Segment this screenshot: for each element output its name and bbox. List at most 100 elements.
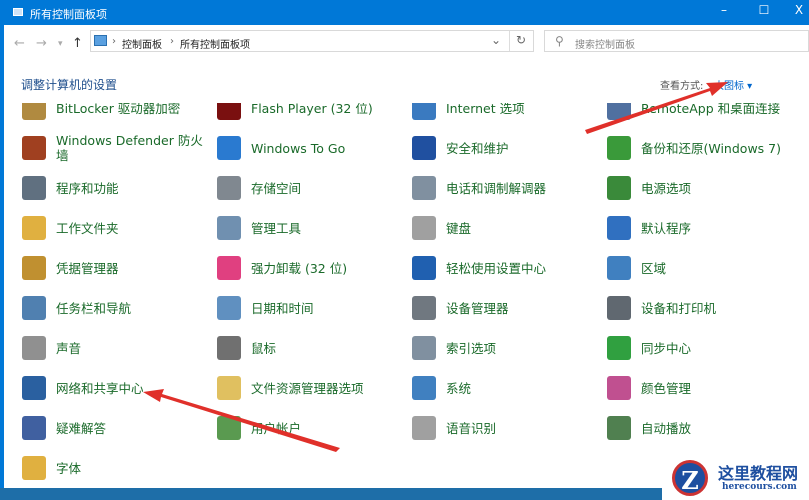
back-button[interactable]: ← (14, 36, 25, 51)
item-icon (22, 416, 46, 440)
item-label: 日期和时间 (251, 300, 314, 316)
control-panel-item[interactable]: Windows Defender 防火墙 (22, 133, 212, 163)
control-panel-item[interactable]: Internet 选项 (412, 103, 602, 123)
maximize-button[interactable]: ☐ (749, 3, 779, 17)
item-icon (22, 103, 46, 120)
item-icon (22, 456, 46, 480)
control-panel-item[interactable]: RemoteApp 和桌面连接 (607, 103, 797, 123)
item-label: 网络和共享中心 (56, 380, 144, 396)
minimize-button[interactable]: – (709, 3, 739, 17)
control-panel-item[interactable]: 管理工具 (217, 213, 407, 243)
forward-button[interactable]: → (36, 36, 47, 51)
item-label: 文件资源管理器选项 (251, 380, 364, 396)
control-panel-item[interactable]: 字体 (22, 453, 212, 483)
search-input[interactable]: ⚲ 搜索控制面板 (544, 30, 809, 52)
item-label: 凭据管理器 (56, 260, 119, 276)
item-label: BitLocker 驱动器加密 (56, 103, 181, 116)
control-panel-item[interactable]: 键盘 (412, 213, 602, 243)
control-panel-item[interactable]: 轻松使用设置中心 (412, 253, 602, 283)
control-panel-item[interactable]: Windows To Go (217, 133, 407, 163)
item-icon (217, 296, 241, 320)
refresh-button[interactable]: ↻ (516, 33, 526, 47)
control-panel-item[interactable]: 存储空间 (217, 173, 407, 203)
item-icon (217, 256, 241, 280)
watermark-z-icon: Z (672, 460, 708, 496)
control-panel-item[interactable]: 用户帐户 (217, 413, 407, 443)
item-label: 存储空间 (251, 180, 302, 196)
control-panel-item[interactable]: 程序和功能 (22, 173, 212, 203)
item-icon (217, 216, 241, 240)
control-panel-item[interactable]: Flash Player (32 位) (217, 103, 407, 123)
item-label: 语音识别 (446, 420, 497, 436)
item-icon (217, 103, 241, 120)
view-by-dropdown[interactable]: 大图标 ▾ (714, 77, 752, 92)
control-panel-item[interactable]: 任务栏和导航 (22, 293, 212, 323)
item-icon (22, 176, 46, 200)
item-icon (412, 103, 436, 120)
control-panel-item[interactable]: 凭据管理器 (22, 253, 212, 283)
item-icon (217, 416, 241, 440)
control-panel-item[interactable]: 语音识别 (412, 413, 602, 443)
item-icon (217, 376, 241, 400)
item-label: 程序和功能 (56, 180, 119, 196)
item-icon (22, 256, 46, 280)
item-icon (607, 256, 631, 280)
item-label: 备份和还原(Windows 7) (641, 140, 781, 156)
item-icon (607, 416, 631, 440)
control-panel-item[interactable]: 文件资源管理器选项 (217, 373, 407, 403)
address-dropdown-button[interactable]: ⌄ (491, 33, 501, 47)
view-by-label: 查看方式: (660, 81, 704, 92)
item-icon (22, 136, 46, 160)
item-label: 强力卸载 (32 位) (251, 260, 348, 276)
item-label: Windows Defender 防火墙 (56, 133, 203, 163)
control-panel-item[interactable]: 系统 (412, 373, 602, 403)
item-label: 自动播放 (641, 420, 692, 436)
control-panel-item[interactable]: 颜色管理 (607, 373, 797, 403)
up-button[interactable]: ↑ (72, 36, 83, 51)
breadcrumb-separator: › (170, 36, 174, 47)
item-label: 系统 (446, 380, 472, 396)
control-panel-item[interactable]: 疑难解答 (22, 413, 212, 443)
recent-locations-button[interactable]: ▾ (58, 39, 63, 49)
item-icon (22, 296, 46, 320)
control-panel-item[interactable]: 自动播放 (607, 413, 797, 443)
watermark-url: herecours.com (722, 482, 797, 492)
item-icon (412, 336, 436, 360)
control-panel-item[interactable]: 安全和维护 (412, 133, 602, 163)
control-panel-item[interactable]: 同步中心 (607, 333, 797, 363)
item-label: Internet 选项 (446, 103, 525, 116)
item-label: Windows To Go (251, 140, 346, 156)
control-panel-item[interactable]: 工作文件夹 (22, 213, 212, 243)
item-icon (412, 136, 436, 160)
item-icon (22, 376, 46, 400)
control-panel-item[interactable]: 默认程序 (607, 213, 797, 243)
watermark-logo: Z 这里教程网 herecours.com (662, 458, 809, 500)
control-panel-item[interactable]: 电源选项 (607, 173, 797, 203)
control-panel-item[interactable]: 设备和打印机 (607, 293, 797, 323)
address-bar[interactable]: › 控制面板 › 所有控制面板项 ⌄ ↻ (90, 30, 534, 52)
breadcrumb-all-items[interactable]: 所有控制面板项 (180, 36, 250, 51)
breadcrumb-control-panel[interactable]: 控制面板 (122, 36, 162, 51)
control-panel-item[interactable]: BitLocker 驱动器加密 (22, 103, 212, 123)
control-panel-item[interactable]: 备份和还原(Windows 7) (607, 133, 797, 163)
control-panel-item[interactable]: 区域 (607, 253, 797, 283)
item-label: Flash Player (32 位) (251, 103, 373, 116)
item-label: 默认程序 (641, 220, 692, 236)
control-panel-item[interactable]: 设备管理器 (412, 293, 602, 323)
control-panel-item[interactable]: 电话和调制解调器 (412, 173, 602, 203)
item-label: 疑难解答 (56, 420, 107, 436)
control-panel-item[interactable]: 日期和时间 (217, 293, 407, 323)
close-button[interactable]: X (784, 3, 809, 17)
control-panel-item[interactable]: 网络和共享中心 (22, 373, 212, 403)
item-label: 任务栏和导航 (56, 300, 132, 316)
control-panel-item[interactable]: 声音 (22, 333, 212, 363)
control-panel-icon (94, 35, 107, 46)
item-label: 区域 (641, 260, 667, 276)
control-panel-item[interactable]: 鼠标 (217, 333, 407, 363)
control-panel-item[interactable]: 索引选项 (412, 333, 602, 363)
item-icon (412, 376, 436, 400)
item-icon (22, 336, 46, 360)
item-icon (607, 216, 631, 240)
search-placeholder: 搜索控制面板 (575, 40, 635, 51)
control-panel-item[interactable]: 强力卸载 (32 位) (217, 253, 407, 283)
